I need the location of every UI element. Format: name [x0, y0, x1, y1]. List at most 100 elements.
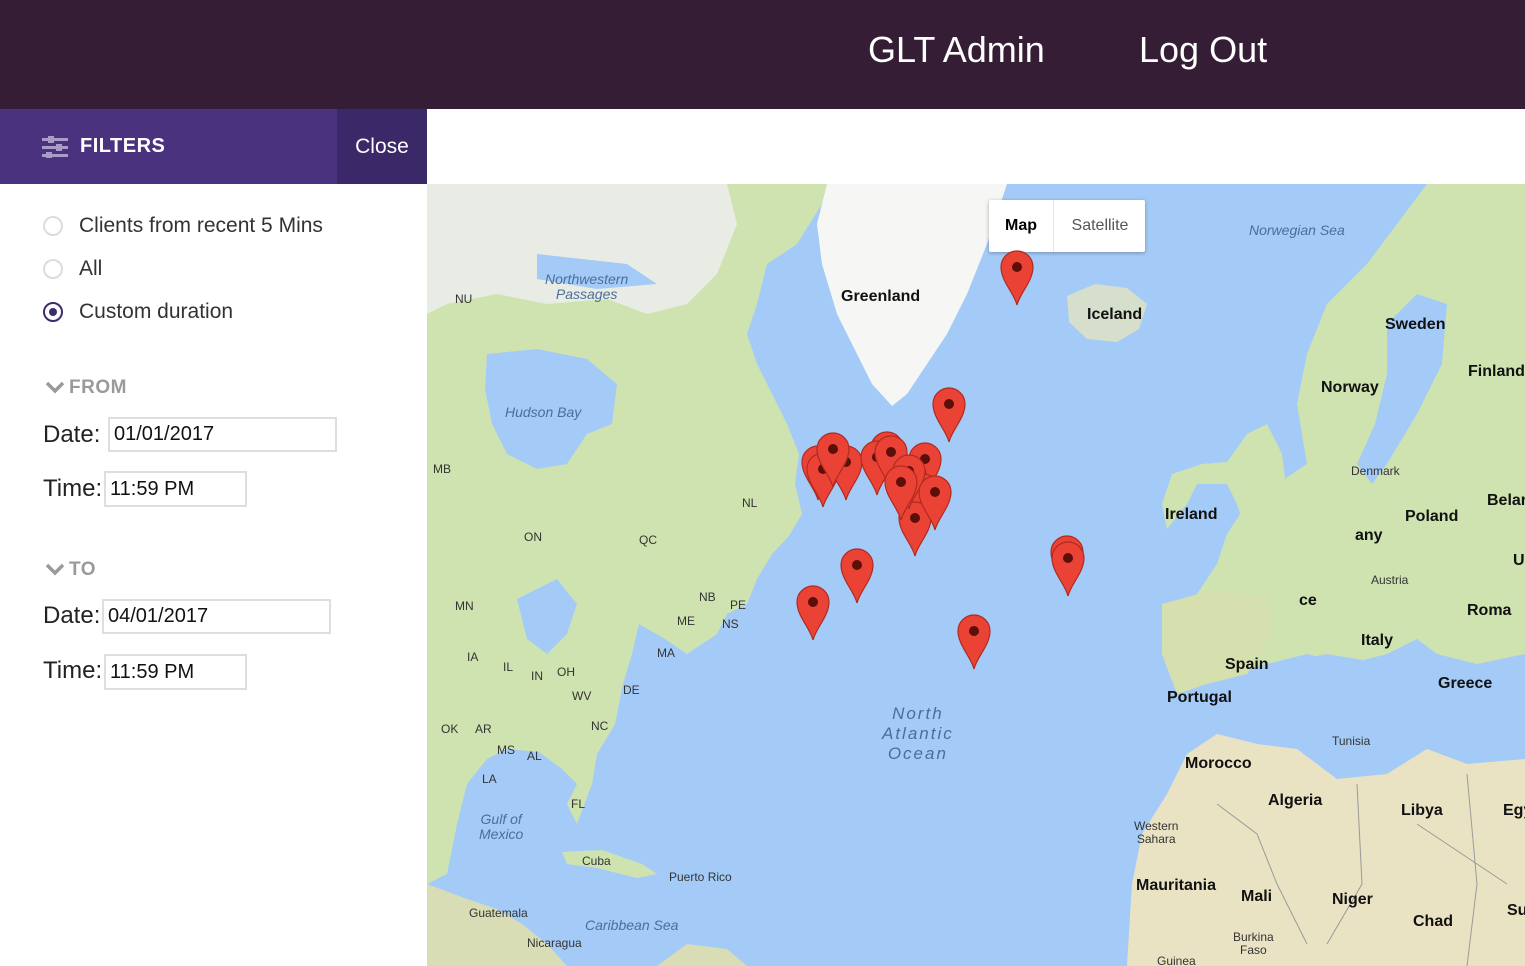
- chevron-down-icon: [45, 563, 65, 576]
- from-time-label: Time:: [43, 475, 103, 502]
- label-ma: MA: [657, 646, 675, 660]
- filters-header: FILTERS Close: [0, 109, 427, 184]
- label-la: LA: [482, 772, 497, 786]
- close-button[interactable]: Close: [337, 109, 427, 184]
- label-guinea: Guinea: [1157, 954, 1196, 966]
- label-on: ON: [524, 530, 542, 544]
- label-norwegian-sea: Norwegian Sea: [1249, 222, 1345, 238]
- label-nw-passages: Northwestern Passages: [545, 271, 629, 302]
- central-america-land: [427, 884, 567, 966]
- label-ukraine: U: [1513, 552, 1525, 569]
- label-de: DE: [623, 683, 640, 697]
- map-view[interactable]: Map Satellite Greenland Iceland Norwegia…: [427, 184, 1525, 966]
- label-niger: Niger: [1332, 891, 1373, 908]
- map-marker-icon[interactable]: [999, 249, 1035, 307]
- logout-link[interactable]: Log Out: [1139, 26, 1267, 74]
- label-ireland: Ireland: [1165, 506, 1218, 523]
- label-mali: Mali: [1241, 888, 1273, 905]
- label-algeria: Algeria: [1268, 792, 1323, 809]
- map-marker-icon[interactable]: [815, 431, 851, 489]
- radio-label: Clients from recent 5 Mins: [79, 214, 323, 237]
- map-marker-icon[interactable]: [917, 474, 953, 532]
- map-marker-icon[interactable]: [839, 547, 875, 605]
- label-germany: any: [1355, 527, 1383, 544]
- label-guatemala: Guatemala: [469, 906, 528, 920]
- to-time-label: Time:: [43, 657, 103, 684]
- label-fl: FL: [571, 797, 586, 811]
- label-denmark: Denmark: [1351, 464, 1400, 478]
- label-ns: NS: [722, 617, 739, 631]
- label-sweden: Sweden: [1385, 316, 1446, 333]
- map-marker-icon[interactable]: [1050, 540, 1086, 598]
- satellite-view-button[interactable]: Satellite: [1053, 200, 1146, 252]
- filters-title: FILTERS: [80, 135, 166, 157]
- south-america-top: [657, 944, 747, 966]
- label-nb: NB: [699, 590, 716, 604]
- label-poland: Poland: [1405, 508, 1459, 525]
- label-ia: IA: [467, 650, 479, 664]
- label-western-sahara: Western Sahara: [1134, 819, 1179, 846]
- admin-link[interactable]: GLT Admin: [868, 26, 1045, 74]
- to-date-label: Date:: [43, 602, 101, 629]
- map-marker-icon[interactable]: [956, 613, 992, 671]
- map-marker-icon[interactable]: [931, 386, 967, 444]
- from-heading: FROM: [69, 377, 127, 398]
- label-oh: OH: [557, 665, 575, 679]
- label-romania: Roma ia: [1467, 602, 1525, 619]
- label-france: ce: [1299, 592, 1317, 609]
- to-time-input[interactable]: [104, 654, 247, 690]
- label-al: AL: [527, 749, 542, 763]
- label-morocco: Morocco: [1185, 755, 1252, 772]
- label-burkina-faso: Burkina Faso: [1233, 930, 1274, 957]
- radio-button[interactable]: [43, 259, 63, 279]
- label-iceland: Iceland: [1087, 306, 1143, 323]
- to-section-toggle[interactable]: TO: [45, 559, 96, 581]
- label-italy: Italy: [1361, 632, 1394, 649]
- sliders-icon: [42, 136, 68, 158]
- from-date-input[interactable]: [108, 417, 337, 452]
- label-qc: QC: [639, 533, 657, 547]
- label-nc: NC: [591, 719, 609, 733]
- radio-label: Custom duration: [79, 300, 234, 323]
- radio-button[interactable]: [43, 302, 63, 322]
- to-heading: TO: [69, 559, 97, 580]
- label-sudan: Su: [1507, 902, 1525, 919]
- label-finland: Finland: [1468, 363, 1525, 380]
- label-gulf-of-mexico: Gulf of Mexico: [479, 811, 524, 842]
- from-section-toggle[interactable]: FROM: [45, 377, 127, 399]
- label-egypt: Egy: [1503, 802, 1525, 819]
- from-time-input[interactable]: [104, 471, 247, 507]
- label-portugal: Portugal: [1167, 689, 1232, 706]
- label-mn: MN: [455, 599, 474, 613]
- label-norway: Norway: [1321, 379, 1379, 396]
- label-in: IN: [531, 669, 543, 683]
- label-nl: NL: [742, 496, 758, 510]
- radio-label: All: [79, 257, 103, 280]
- label-chad: Chad: [1413, 913, 1453, 930]
- label-ar: AR: [475, 722, 492, 736]
- label-me: ME: [677, 614, 695, 628]
- chevron-down-icon: [45, 381, 65, 394]
- map-type-control: Map Satellite: [989, 200, 1145, 252]
- label-caribbean-sea: Caribbean Sea: [585, 917, 679, 933]
- label-puerto-rico: Puerto Rico: [669, 870, 732, 884]
- label-il: IL: [503, 660, 514, 674]
- map-view-button[interactable]: Map: [989, 200, 1053, 252]
- label-mb: MB: [433, 462, 451, 476]
- map-marker-icon[interactable]: [883, 464, 919, 522]
- filters-panel: FILTERS Close Clients from recent 5 Mins…: [0, 109, 427, 966]
- to-date-input[interactable]: [102, 599, 331, 634]
- label-nu: NU: [455, 292, 473, 306]
- radio-button[interactable]: [43, 216, 63, 236]
- label-north-atlantic: North Atlantic Ocean: [882, 704, 954, 763]
- top-nav-bar: GLT Admin Log Out: [0, 0, 1525, 109]
- label-greece: Greece: [1438, 675, 1493, 692]
- label-spain: Spain: [1225, 656, 1269, 673]
- label-tunisia: Tunisia: [1332, 734, 1371, 748]
- label-austria: Austria: [1371, 573, 1409, 587]
- label-wv: WV: [572, 689, 592, 703]
- label-mauritania: Mauritania: [1136, 877, 1217, 894]
- label-libya: Libya: [1401, 802, 1443, 819]
- label-pe: PE: [730, 598, 747, 612]
- map-marker-icon[interactable]: [795, 584, 831, 642]
